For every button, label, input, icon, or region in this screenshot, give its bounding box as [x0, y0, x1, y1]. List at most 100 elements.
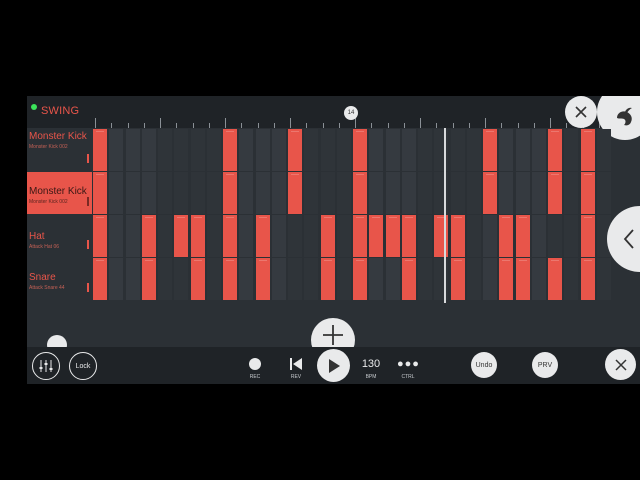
step-active[interactable] [580, 129, 595, 171]
step-inactive[interactable] [336, 129, 351, 171]
step-inactive[interactable] [483, 258, 497, 300]
step-active[interactable] [548, 129, 562, 171]
step-inactive[interactable] [255, 129, 270, 171]
step-inactive[interactable] [304, 129, 319, 171]
step-inactive[interactable] [531, 215, 546, 257]
step-active[interactable] [353, 258, 367, 300]
preview-button[interactable]: PRV [532, 352, 558, 378]
step-inactive[interactable] [385, 172, 400, 214]
step-inactive[interactable] [515, 129, 530, 171]
step-inactive[interactable] [158, 258, 172, 300]
step-inactive[interactable] [206, 129, 221, 171]
step-active[interactable] [353, 172, 367, 214]
step-active[interactable] [483, 129, 497, 171]
step-active[interactable] [353, 129, 367, 171]
step-inactive[interactable] [320, 129, 335, 171]
step-active[interactable] [499, 215, 514, 257]
step-inactive[interactable] [271, 129, 286, 171]
step-inactive[interactable] [434, 172, 449, 214]
step-active[interactable] [548, 172, 562, 214]
step-inactive[interactable] [271, 258, 286, 300]
step-inactive[interactable] [288, 258, 302, 300]
step-inactive[interactable] [239, 215, 254, 257]
tempo-display[interactable]: 130 [357, 358, 385, 370]
swing-control[interactable]: SWING [31, 104, 79, 117]
step-inactive[interactable] [418, 258, 432, 300]
step-inactive[interactable] [564, 172, 579, 214]
step-inactive[interactable] [596, 172, 611, 214]
step-active[interactable] [450, 215, 465, 257]
step-active[interactable] [190, 215, 205, 257]
step-inactive[interactable] [499, 172, 514, 214]
step-inactive[interactable] [320, 172, 335, 214]
step-inactive[interactable] [206, 258, 221, 300]
step-inactive[interactable] [336, 172, 351, 214]
step-inactive[interactable] [369, 129, 384, 171]
step-inactive[interactable] [418, 172, 432, 214]
step-inactive[interactable] [174, 129, 189, 171]
close-panel-button[interactable] [605, 349, 636, 380]
side-panel-toggle[interactable] [607, 206, 640, 272]
step-active[interactable] [93, 129, 107, 171]
step-inactive[interactable] [158, 172, 172, 214]
step-inactive[interactable] [125, 258, 140, 300]
close-button[interactable] [565, 96, 597, 128]
timeline-ruler[interactable] [93, 116, 600, 128]
step-inactive[interactable] [174, 258, 189, 300]
step-active[interactable] [93, 258, 107, 300]
step-inactive[interactable] [158, 129, 172, 171]
step-inactive[interactable] [385, 258, 400, 300]
play-button[interactable] [317, 349, 350, 382]
step-inactive[interactable] [564, 258, 579, 300]
step-active[interactable] [548, 258, 562, 300]
step-inactive[interactable] [401, 172, 416, 214]
mixer-button[interactable] [32, 352, 60, 380]
step-active[interactable] [320, 215, 335, 257]
step-inactive[interactable] [109, 129, 124, 171]
step-inactive[interactable] [466, 258, 481, 300]
step-active[interactable] [401, 215, 416, 257]
step-active[interactable] [93, 215, 107, 257]
step-active[interactable] [255, 258, 270, 300]
step-inactive[interactable] [418, 215, 432, 257]
step-active[interactable] [223, 215, 237, 257]
step-active[interactable] [141, 215, 156, 257]
step-active[interactable] [174, 215, 189, 257]
step-inactive[interactable] [434, 258, 449, 300]
step-inactive[interactable] [125, 129, 140, 171]
record-button[interactable] [249, 358, 261, 370]
step-inactive[interactable] [206, 172, 221, 214]
step-inactive[interactable] [239, 129, 254, 171]
step-inactive[interactable] [158, 215, 172, 257]
step-active[interactable] [450, 258, 465, 300]
step-inactive[interactable] [109, 215, 124, 257]
step-inactive[interactable] [499, 129, 514, 171]
step-inactive[interactable] [190, 129, 205, 171]
step-active[interactable] [580, 215, 595, 257]
step-inactive[interactable] [304, 258, 319, 300]
step-active[interactable] [401, 258, 416, 300]
step-inactive[interactable] [369, 172, 384, 214]
step-inactive[interactable] [369, 258, 384, 300]
step-inactive[interactable] [190, 172, 205, 214]
step-inactive[interactable] [174, 172, 189, 214]
step-inactive[interactable] [206, 215, 221, 257]
step-inactive[interactable] [255, 172, 270, 214]
step-inactive[interactable] [564, 129, 579, 171]
step-active[interactable] [515, 215, 530, 257]
step-inactive[interactable] [596, 129, 611, 171]
step-active[interactable] [93, 172, 107, 214]
step-active[interactable] [255, 215, 270, 257]
step-inactive[interactable] [434, 129, 449, 171]
step-inactive[interactable] [531, 258, 546, 300]
step-inactive[interactable] [531, 129, 546, 171]
step-inactive[interactable] [466, 129, 481, 171]
step-active[interactable] [353, 215, 367, 257]
step-inactive[interactable] [596, 258, 611, 300]
step-inactive[interactable] [450, 172, 465, 214]
step-inactive[interactable] [336, 258, 351, 300]
step-active[interactable] [223, 258, 237, 300]
step-inactive[interactable] [239, 172, 254, 214]
more-icon[interactable]: ●●● [397, 358, 420, 370]
step-inactive[interactable] [125, 215, 140, 257]
